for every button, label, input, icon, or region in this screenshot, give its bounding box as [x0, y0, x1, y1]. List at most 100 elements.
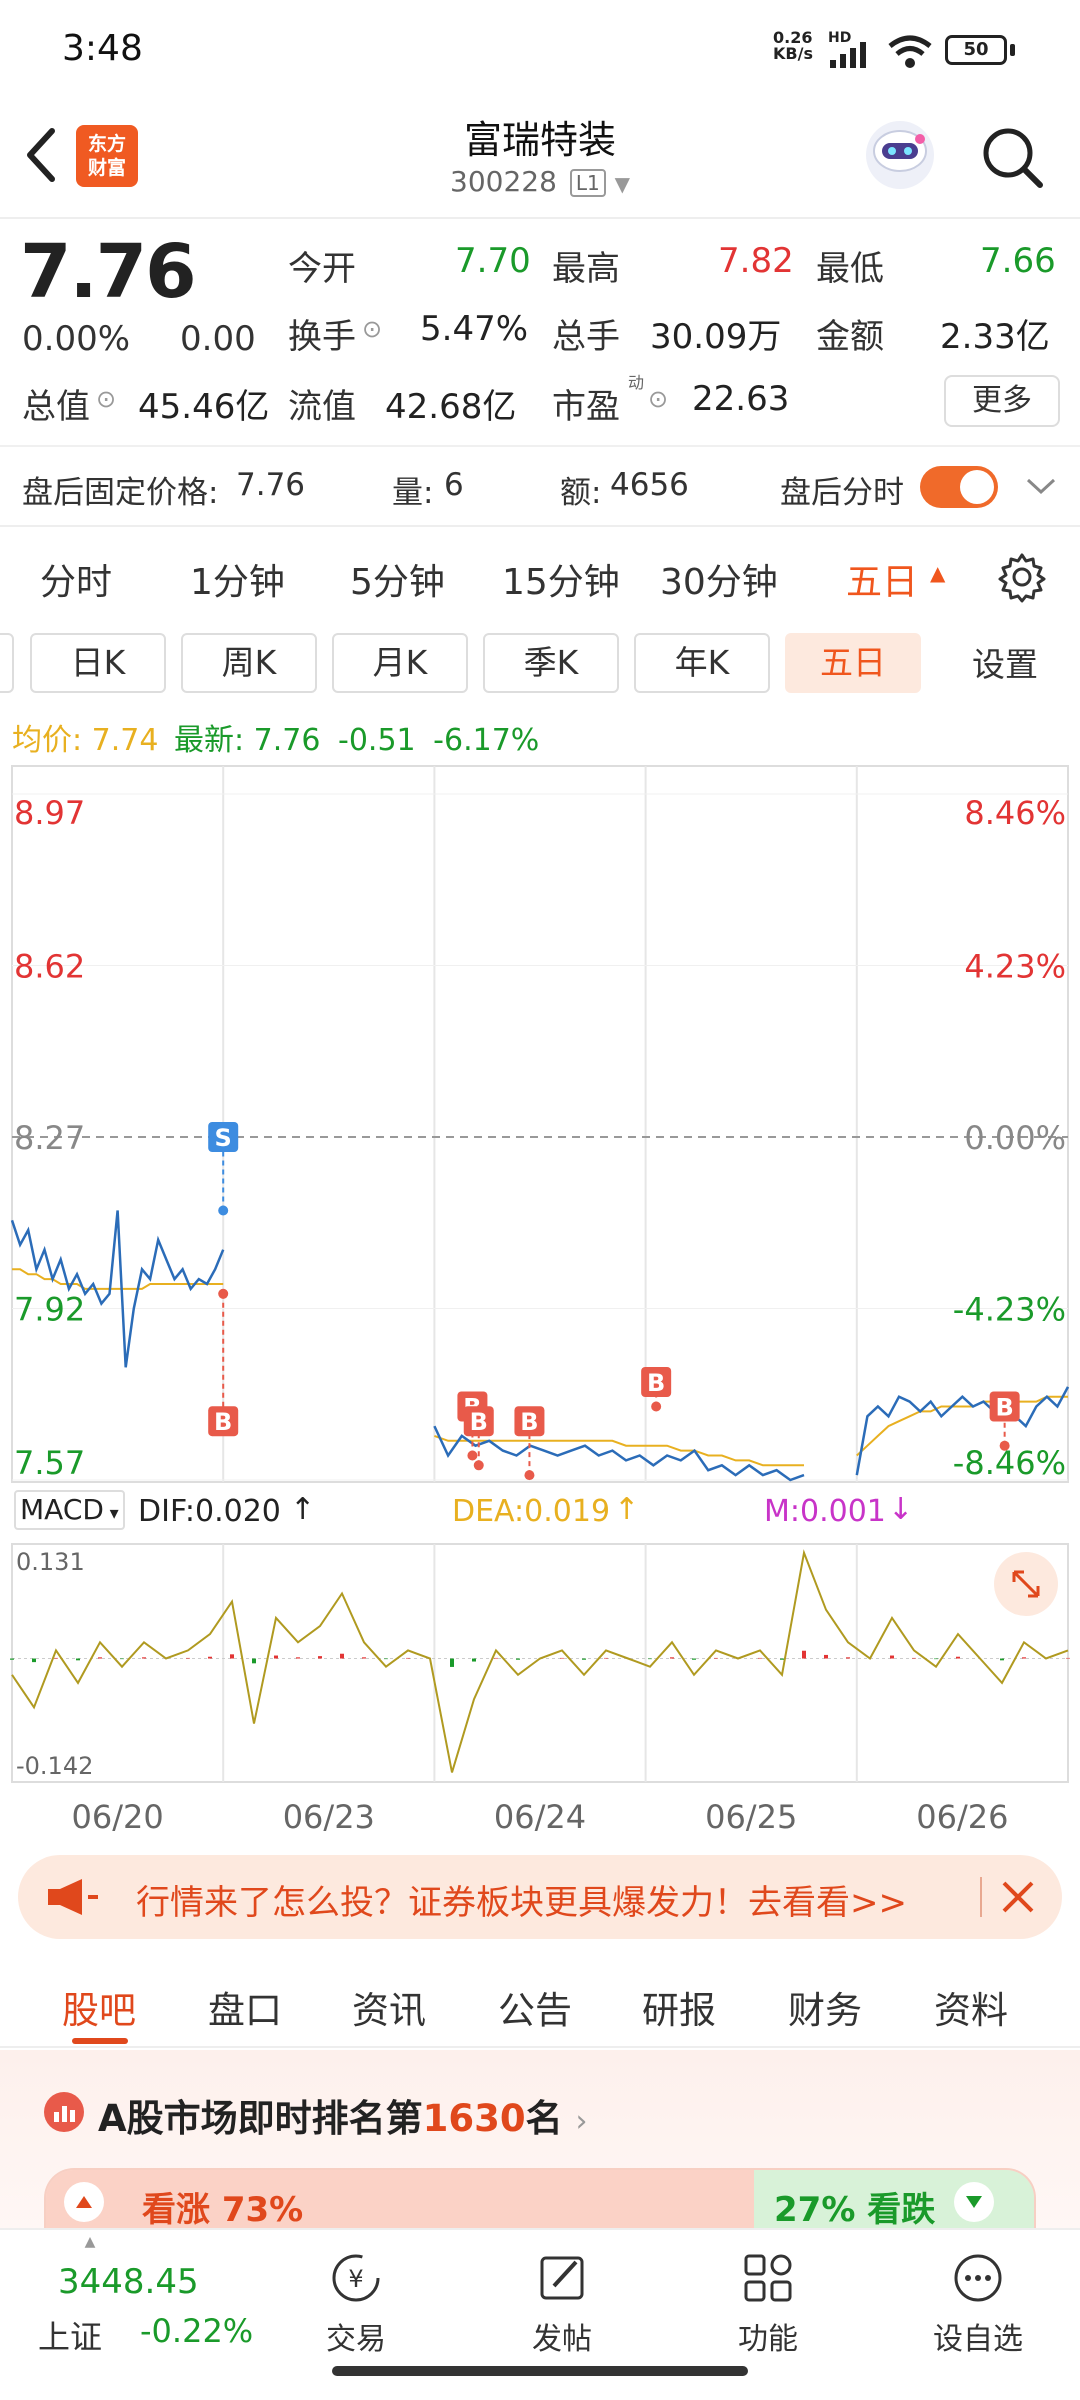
- after-toggle-label: 盘后分时: [780, 475, 904, 511]
- macd-dif-line: [11, 1549, 1069, 1773]
- nav-functions[interactable]: 功能: [698, 2250, 838, 2358]
- index-ticker[interactable]: ▲: [40, 2234, 140, 2250]
- wifi-icon: [888, 35, 932, 68]
- sentiment-bar[interactable]: 看涨 73% 27% 看跌: [44, 2168, 1036, 2228]
- after-price: 7.76: [236, 467, 306, 503]
- home-indicator: [332, 2366, 748, 2376]
- turnover-value: 5.47%: [420, 309, 529, 349]
- ktab-partial[interactable]: [0, 633, 14, 693]
- macd-dif: DIF:0.020: [138, 1494, 281, 1529]
- quote-panel: 7.76 0.00% 0.00 今开 7.70 最高 7.82 最低 7.66 …: [0, 219, 1080, 447]
- info-circle-icon[interactable]: ⊙: [648, 385, 668, 413]
- ktab-quarter[interactable]: 季K: [483, 633, 619, 693]
- more-dots-icon: [954, 2254, 1002, 2302]
- macd-bar: [406, 1657, 410, 1659]
- ktab-settings[interactable]: 设置: [940, 637, 1070, 693]
- index-change[interactable]: -0.22%: [140, 2312, 253, 2350]
- open-value: 7.70: [455, 241, 531, 281]
- m-arrow-down-icon: ↓: [888, 1492, 914, 1527]
- chevron-down-icon[interactable]: [1024, 471, 1058, 501]
- nav-trade[interactable]: ¥ 交易: [286, 2250, 426, 2358]
- close-icon[interactable]: [998, 1877, 1038, 1917]
- banner-text[interactable]: 行情来了怎么投？证券板块更具爆发力！去看看>>: [136, 1875, 907, 1924]
- info-circle-icon[interactable]: ⊙: [362, 315, 382, 343]
- tab-five-day[interactable]: 五日: [846, 553, 918, 605]
- avg-value: 7.74: [91, 723, 159, 758]
- macd-bar: [560, 1657, 564, 1659]
- ktab-month[interactable]: 月K: [332, 633, 468, 693]
- five-day-chart[interactable]: 8.97 8.46% 8.62 4.23% 8.27 0.00% 7.92 -4.23% 7.5…: [0, 762, 1080, 1855]
- marker-dot: [467, 1450, 478, 1461]
- tab-30min[interactable]: 30分钟: [660, 553, 778, 605]
- rank-text[interactable]: A股市场即时排名第1630名 ›: [98, 2088, 588, 2142]
- index-value[interactable]: 3448.45: [58, 2262, 199, 2302]
- gear-icon[interactable]: [996, 551, 1048, 603]
- macd-bar: [846, 1657, 850, 1659]
- turnover-label: 换手: [288, 317, 356, 357]
- macd-m: M:0.001: [764, 1494, 886, 1529]
- info-circle-icon[interactable]: ⊙: [96, 385, 116, 413]
- index-name[interactable]: 上证: [38, 2312, 102, 2358]
- nav-post[interactable]: 发帖: [492, 2250, 632, 2358]
- price-axis-label: 7.92: [14, 1291, 85, 1329]
- pct-axis-label: 4.23%: [964, 948, 1066, 986]
- ktab-year[interactable]: 年K: [634, 633, 770, 693]
- tab-minute[interactable]: 分时: [40, 553, 112, 605]
- tab-orderbook[interactable]: 盘口: [208, 1980, 282, 2034]
- battery-icon: 50: [945, 35, 1007, 65]
- pe-dynamic-tag: 动: [628, 373, 645, 392]
- macd-bar: [582, 1658, 586, 1660]
- tab-5min[interactable]: 5分钟: [350, 553, 445, 605]
- content-tabs: 股吧 盘口 资讯 公告 研报 财务 资料: [0, 1958, 1080, 2048]
- macd-bar: [340, 1653, 344, 1659]
- tab-profile[interactable]: 资料: [934, 1980, 1008, 2034]
- signal-icon: [830, 42, 866, 68]
- latest-change-pct: -6.17%: [433, 723, 540, 758]
- macd-bar: [758, 1657, 762, 1659]
- tab-finance[interactable]: 财务: [788, 1980, 862, 2034]
- macd-selector[interactable]: MACD ▾: [14, 1490, 125, 1530]
- latest-label: 最新:: [174, 723, 245, 758]
- dif-arrow-up-icon: ↑: [290, 1492, 316, 1527]
- after-qty: 6: [444, 467, 464, 503]
- search-icon[interactable]: [978, 123, 1048, 193]
- tab-1min[interactable]: 1分钟: [190, 553, 285, 605]
- after-qty-label: 量:: [392, 475, 434, 511]
- macd-bar: [802, 1650, 806, 1659]
- marker-label: B: [647, 1369, 665, 1397]
- more-button[interactable]: 更多: [944, 375, 1060, 427]
- tab-forum[interactable]: 股吧: [62, 1980, 136, 2034]
- ktab-five-day[interactable]: 五日: [785, 633, 921, 693]
- ktab-day[interactable]: 日K: [30, 633, 166, 693]
- status-bar: 3:48 0.26 KB/s HD 50: [0, 0, 1080, 95]
- macd-bar: [692, 1658, 696, 1660]
- after-hours-toggle[interactable]: [920, 466, 998, 508]
- chart-svg[interactable]: 8.97 8.46% 8.62 4.23% 8.27 0.00% 7.92 -4.23% 7.5…: [0, 762, 1080, 1855]
- macd-bar: [824, 1654, 828, 1659]
- marker-label: B: [470, 1408, 488, 1436]
- macd-bar: [780, 1658, 784, 1660]
- active-tab-indicator: [72, 2038, 128, 2044]
- promo-banner[interactable]: 行情来了怎么投？证券板块更具爆发力！去看看>>: [18, 1855, 1062, 1939]
- tab-research[interactable]: 研报: [642, 1980, 716, 2034]
- stock-code: 300228: [450, 165, 557, 198]
- tab-news[interactable]: 资讯: [352, 1980, 426, 2034]
- network-speed: 0.26 KB/s: [773, 28, 813, 63]
- macd-max-label: 0.131: [16, 1548, 85, 1576]
- edit-icon: [540, 2256, 584, 2300]
- last-price: 7.76: [20, 229, 197, 315]
- expand-icon[interactable]: [994, 1552, 1058, 1616]
- pct-axis-label: -8.46%: [953, 1444, 1066, 1482]
- ktab-week[interactable]: 周K: [181, 633, 317, 693]
- pct-axis-label: 8.46%: [964, 794, 1066, 832]
- macd-dea: DEA:0.019: [452, 1494, 611, 1529]
- battery-tip: [1010, 44, 1015, 56]
- macd-min-label: -0.142: [16, 1752, 93, 1780]
- after-hours-row: 盘后固定价格: 7.76 量: 6 额: 4656 盘后分时: [0, 447, 1080, 527]
- marker-dot: [473, 1460, 484, 1471]
- tab-15min[interactable]: 15分钟: [502, 553, 620, 605]
- tab-announcements[interactable]: 公告: [498, 1980, 572, 2034]
- high-label: 最高: [552, 249, 620, 289]
- robot-assistant-icon[interactable]: [862, 117, 938, 193]
- nav-watchlist[interactable]: 设自选: [908, 2250, 1048, 2358]
